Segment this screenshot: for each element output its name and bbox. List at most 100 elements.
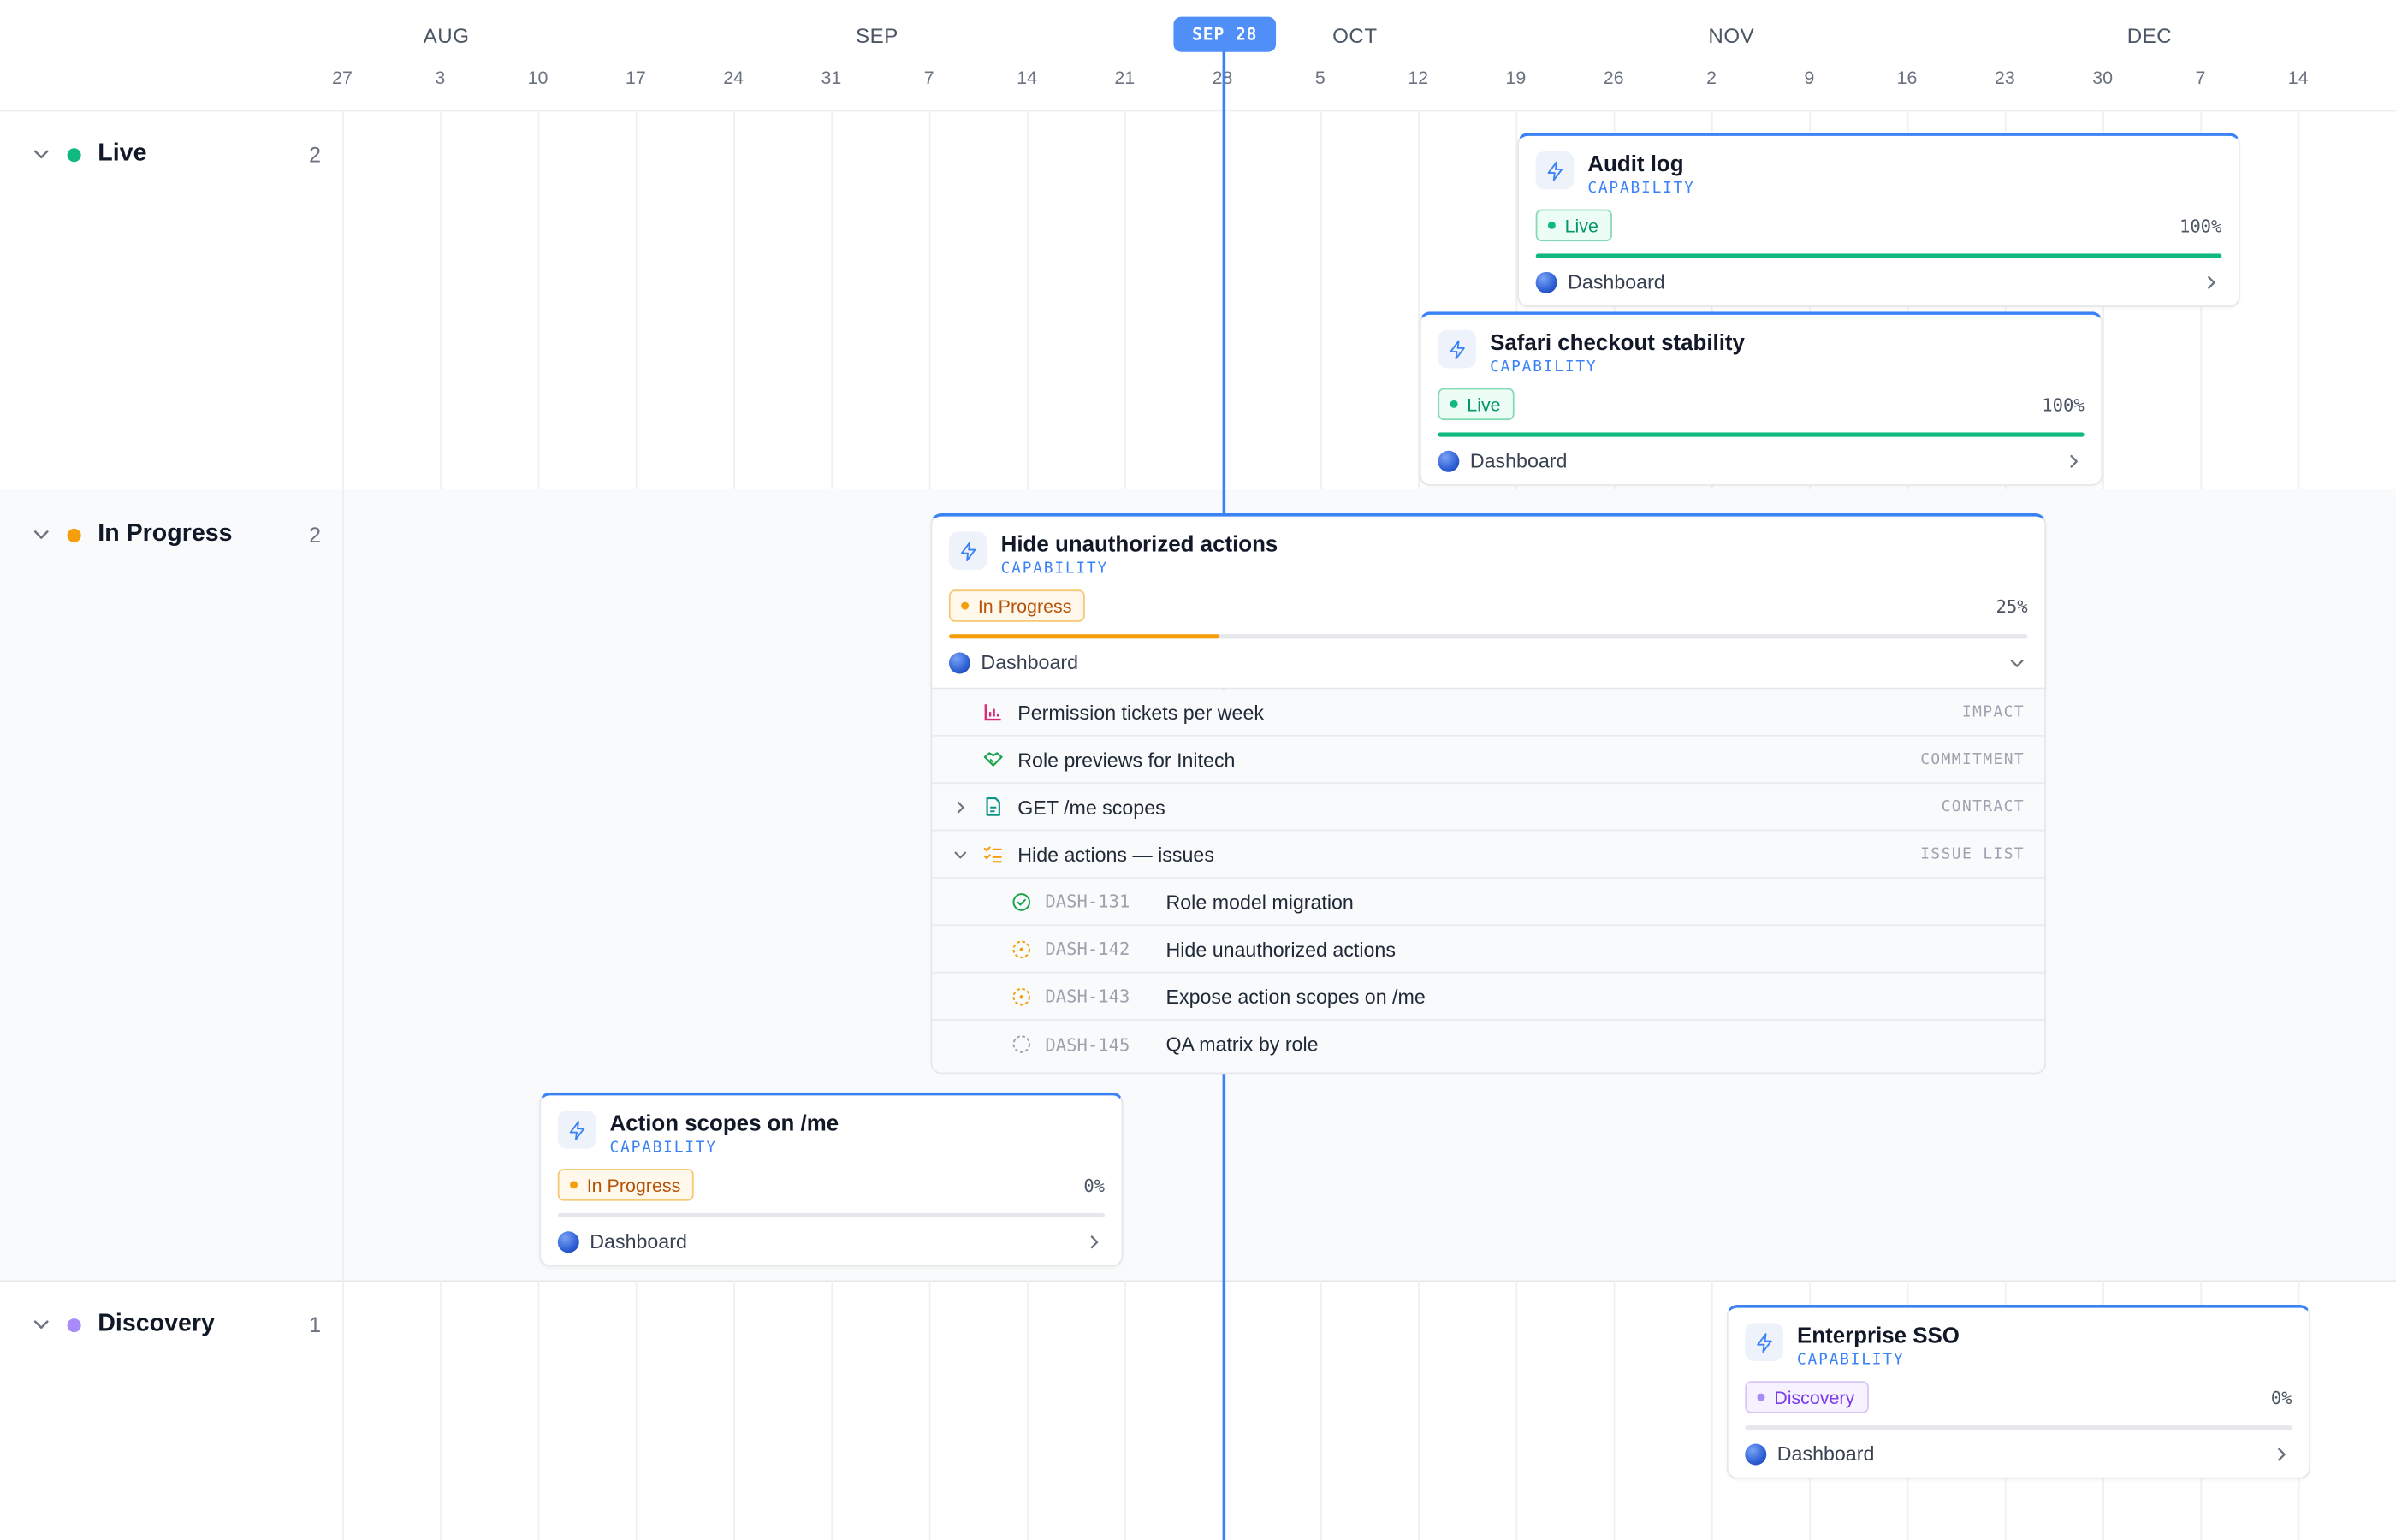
chevron-down-icon[interactable] bbox=[31, 524, 52, 546]
gridline bbox=[1124, 1280, 1127, 1540]
day-label: 14 bbox=[2287, 67, 2309, 89]
linked-item-label: Permission tickets per week bbox=[1017, 700, 1265, 724]
day-label: 19 bbox=[1505, 67, 1527, 89]
gridline bbox=[1515, 1280, 1518, 1540]
project-link[interactable]: Dashboard bbox=[1535, 270, 1665, 293]
gridline bbox=[1027, 1280, 1029, 1540]
issue-row[interactable]: DASH-131 Role model migration bbox=[932, 879, 2045, 927]
roadmap-timeline: AUG SEP OCT NOV DEC 27310172431714212851… bbox=[0, 0, 2396, 1540]
gridline bbox=[733, 1280, 735, 1540]
chevron-down-icon[interactable] bbox=[31, 1314, 52, 1336]
gridline bbox=[928, 110, 931, 489]
gridline bbox=[635, 1280, 638, 1540]
project-link[interactable]: Dashboard bbox=[1745, 1442, 1874, 1466]
gridline bbox=[831, 110, 833, 489]
gridline bbox=[831, 1280, 833, 1540]
month-label: AUG bbox=[423, 24, 470, 48]
chevron-right-icon[interactable] bbox=[2065, 453, 2083, 471]
gridline bbox=[440, 110, 442, 489]
card-enterprise-sso[interactable]: Enterprise SSO CAPABILITY Discovery 0% D… bbox=[1726, 1305, 2310, 1479]
status-badge: Discovery bbox=[1745, 1381, 1869, 1413]
day-label: 9 bbox=[1804, 67, 1815, 89]
status-badge: In Progress bbox=[557, 1169, 695, 1201]
card-title: Enterprise SSO bbox=[1797, 1324, 1960, 1349]
day-label: 30 bbox=[2092, 67, 2114, 89]
bar-chart-icon bbox=[984, 704, 1001, 721]
chevron-right-icon[interactable] bbox=[1085, 1233, 1103, 1251]
header-divider bbox=[0, 110, 2396, 112]
day-label: 14 bbox=[1017, 67, 1037, 89]
lightning-icon bbox=[1438, 329, 1476, 369]
day-label: 10 bbox=[527, 67, 549, 89]
lane-title: Discovery bbox=[98, 1311, 215, 1337]
chevron-right-icon[interactable] bbox=[2202, 274, 2220, 292]
month-label: SEP bbox=[856, 24, 898, 48]
card-title: Hide unauthorized actions bbox=[1000, 533, 1278, 558]
issue-title: Expose action scopes on /me bbox=[1165, 984, 1426, 1008]
progress-bar bbox=[1438, 432, 2085, 437]
gridline bbox=[1124, 110, 1127, 489]
chevron-down-icon[interactable] bbox=[31, 144, 52, 165]
chevron-down-icon[interactable] bbox=[952, 845, 970, 862]
issue-title: QA matrix by role bbox=[1165, 1033, 1319, 1056]
lane-header-discovery[interactable]: Discovery 1 bbox=[0, 1301, 344, 1348]
card-type: CAPABILITY bbox=[609, 1140, 717, 1157]
lightning-icon bbox=[1745, 1323, 1783, 1362]
handshake-icon bbox=[983, 752, 1003, 767]
project-link[interactable]: Dashboard bbox=[948, 651, 1078, 674]
lightning-icon bbox=[948, 531, 987, 571]
globe-icon bbox=[557, 1230, 579, 1253]
card-type: CAPABILITY bbox=[1797, 1352, 1905, 1369]
linked-item-label: GET /me scopes bbox=[1017, 795, 1165, 819]
day-label: 21 bbox=[1114, 67, 1136, 89]
progress-percent: 100% bbox=[2179, 215, 2222, 237]
card-action-scopes[interactable]: Action scopes on /me CAPABILITY In Progr… bbox=[539, 1092, 1124, 1267]
lightning-icon bbox=[1535, 151, 1575, 190]
lane-header-in-progress[interactable]: In Progress 2 bbox=[0, 512, 344, 558]
linked-item-label: Role previews for Initech bbox=[1017, 748, 1236, 771]
card-hide-unauthorized-actions[interactable]: Hide unauthorized actions CAPABILITY In … bbox=[930, 513, 2047, 690]
chevron-right-icon[interactable] bbox=[952, 798, 970, 815]
gridline bbox=[1320, 110, 1322, 489]
gridline bbox=[1027, 110, 1029, 489]
chevron-right-icon[interactable] bbox=[2272, 1445, 2290, 1463]
day-label: 12 bbox=[1408, 67, 1429, 89]
check-circle-icon bbox=[1012, 892, 1031, 910]
issue-row[interactable]: DASH-143 Expose action scopes on /me bbox=[932, 974, 2045, 1021]
gridline bbox=[1613, 1280, 1616, 1540]
progress-percent: 0% bbox=[1083, 1175, 1106, 1197]
progress-bar bbox=[1745, 1425, 2292, 1430]
issue-row[interactable]: DASH-145 QA matrix by role bbox=[932, 1021, 2044, 1068]
project-link[interactable]: Dashboard bbox=[557, 1230, 687, 1253]
progress-bar bbox=[948, 634, 2028, 639]
lane-count: 2 bbox=[309, 522, 321, 548]
linked-item-commitment[interactable]: Role previews for Initech COMMITMENT bbox=[932, 737, 2045, 785]
day-label: 17 bbox=[625, 67, 646, 89]
linked-item-impact[interactable]: Permission tickets per week IMPACT bbox=[932, 689, 2045, 737]
lightning-icon bbox=[557, 1111, 596, 1149]
linked-item-contract[interactable]: GET /me scopes CONTRACT bbox=[932, 784, 2045, 832]
lane-count: 1 bbox=[309, 1312, 321, 1337]
day-label: 23 bbox=[1994, 67, 2015, 89]
lane-header-live[interactable]: Live 2 bbox=[0, 132, 344, 178]
linked-items-panel: Permission tickets per week IMPACT Role … bbox=[930, 689, 2047, 1075]
card-safari-checkout[interactable]: Safari checkout stability CAPABILITY Liv… bbox=[1419, 311, 2103, 486]
issue-row[interactable]: DASH-142 Hide unauthorized actions bbox=[932, 926, 2045, 974]
issue-key: DASH-143 bbox=[1045, 985, 1130, 1007]
gridline bbox=[733, 110, 735, 489]
gridline bbox=[537, 1280, 540, 1540]
month-label: OCT bbox=[1332, 24, 1378, 48]
gridline bbox=[2298, 110, 2300, 489]
gridline bbox=[928, 1280, 931, 1540]
card-audit-log[interactable]: Audit log CAPABILITY Live 100% Dashboard bbox=[1517, 133, 2240, 307]
linked-item-issue-list[interactable]: Hide actions — issues ISSUE LIST bbox=[932, 831, 2045, 879]
lane-title: Live bbox=[98, 140, 147, 167]
document-icon bbox=[986, 797, 1000, 816]
issue-title: Hide unauthorized actions bbox=[1165, 937, 1396, 961]
month-label: DEC bbox=[2126, 24, 2173, 48]
project-link[interactable]: Dashboard bbox=[1438, 449, 1567, 472]
linked-item-type: COMMITMENT bbox=[1920, 750, 2025, 768]
chevron-down-icon[interactable] bbox=[2008, 654, 2025, 672]
day-label: 5 bbox=[1314, 67, 1326, 89]
gridline bbox=[1320, 1280, 1322, 1540]
